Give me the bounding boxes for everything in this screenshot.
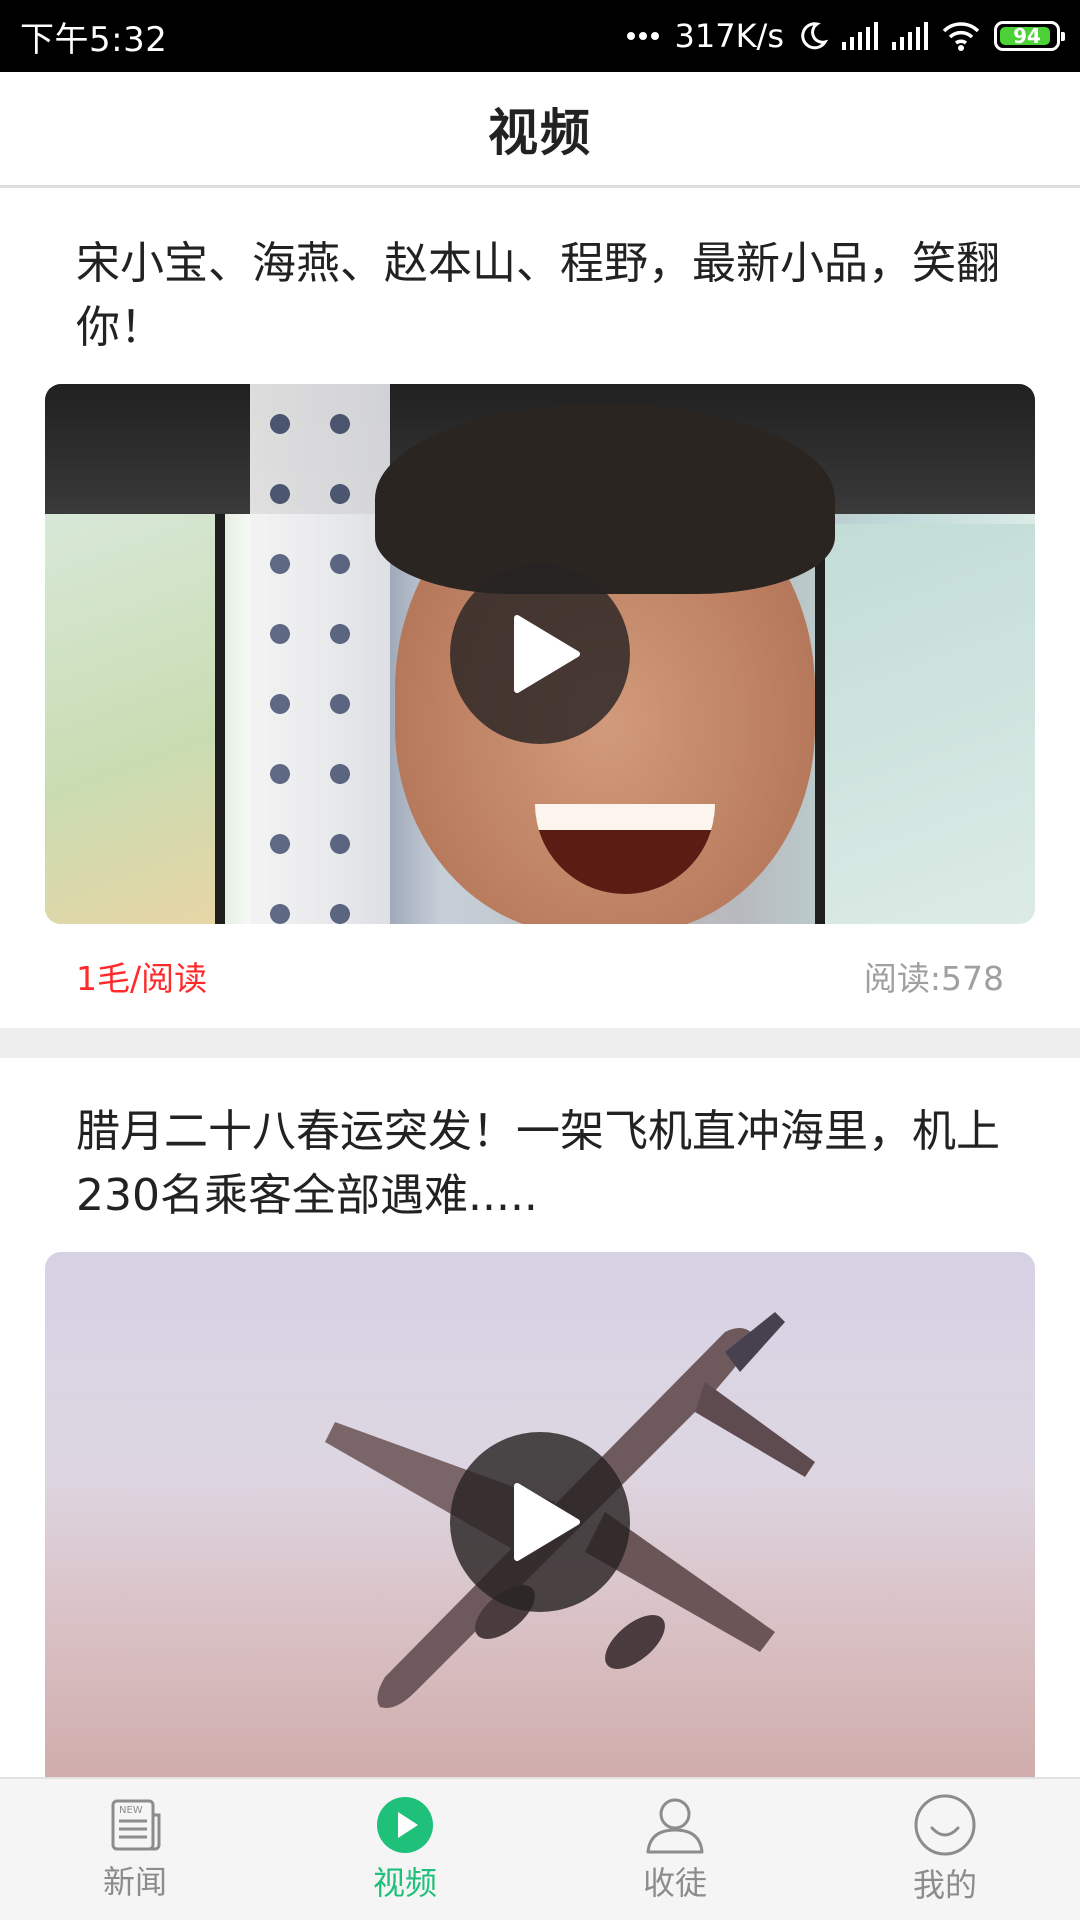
video-title[interactable]: 腊月二十八春运突发！一架飞机直冲海里，机上230名乘客全部遇难..... [76, 1100, 1004, 1228]
nav-item-apprentice[interactable]: 收徒 [540, 1779, 810, 1920]
nav-item-news[interactable]: NEW 新闻 [0, 1779, 270, 1920]
video-title[interactable]: 宋小宝、海燕、赵本山、程野，最新小品，笑翻你！ [76, 232, 1004, 360]
video-feed[interactable]: 宋小宝、海燕、赵本山、程野，最新小品，笑翻你！ 1毛/阅读 阅读:578 腊月二… [0, 190, 1080, 1777]
battery-icon: 94 [994, 21, 1065, 51]
video-card[interactable]: 宋小宝、海燕、赵本山、程野，最新小品，笑翻你！ 1毛/阅读 阅读:578 [0, 190, 1080, 1028]
play-button[interactable] [450, 1432, 630, 1612]
card-divider [0, 1028, 1080, 1058]
play-button[interactable] [450, 564, 630, 744]
thumbnail-hair [375, 404, 835, 594]
smiley-icon [914, 1794, 976, 1855]
signal-icon [842, 22, 878, 50]
thumbnail-window-left [45, 514, 225, 924]
nav-label-news: 新闻 [102, 1862, 167, 1901]
thumbnail-window-right [815, 524, 1035, 924]
app-header: 视频 [0, 72, 1080, 188]
status-icons: 317K/s 94 [626, 17, 1065, 55]
play-circle-icon [377, 1796, 433, 1853]
read-count: 阅读:578 [863, 959, 1004, 998]
video-card[interactable]: 腊月二十八春运突发！一架飞机直冲海里，机上230名乘客全部遇难..... [0, 1058, 1080, 1777]
wifi-icon [942, 21, 980, 51]
battery-level: 94 [1013, 24, 1041, 48]
reward-label: 1毛/阅读 [76, 959, 208, 998]
card-meta: 1毛/阅读 阅读:578 [76, 924, 1004, 1028]
play-icon [514, 1483, 580, 1561]
newspaper-icon: NEW [111, 1799, 161, 1850]
status-time: 下午5:32 [20, 19, 168, 60]
nav-label-apprentice: 收徒 [642, 1863, 707, 1902]
play-icon [514, 615, 580, 693]
nav-label-video: 视频 [372, 1863, 437, 1902]
svg-text:NEW: NEW [119, 1805, 143, 1816]
bottom-nav: NEW 新闻 视频 收徒 我的 [0, 1777, 1080, 1920]
nav-label-mine: 我的 [912, 1865, 977, 1904]
thumbnail-curtain [250, 384, 390, 924]
nav-item-mine[interactable]: 我的 [810, 1779, 1080, 1920]
moon-icon [798, 21, 828, 51]
user-icon [646, 1798, 704, 1853]
video-thumbnail[interactable] [45, 1252, 1035, 1777]
nav-item-video[interactable]: 视频 [270, 1779, 540, 1920]
page-title: 视频 [488, 103, 592, 162]
network-speed: 317K/s [674, 17, 784, 55]
status-bar: 下午5:32 317K/s 94 [0, 0, 1080, 72]
video-thumbnail[interactable] [45, 384, 1035, 924]
more-dots-icon [626, 31, 660, 41]
signal-icon [892, 22, 928, 50]
